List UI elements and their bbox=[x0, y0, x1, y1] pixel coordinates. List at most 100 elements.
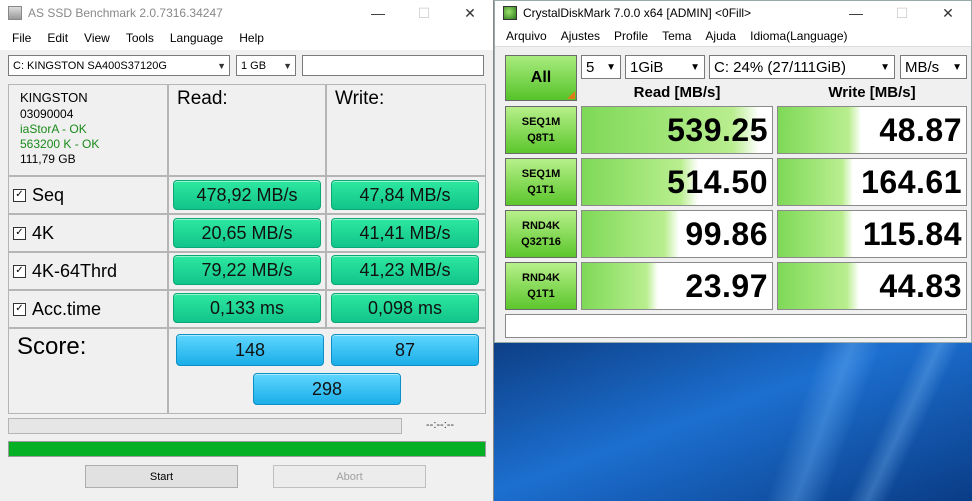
rnd4k-q32t16-write-result: 115.84 bbox=[777, 210, 967, 258]
row-seq-label-cell: ✓ Seq bbox=[8, 176, 168, 214]
result-value: 23.97 bbox=[685, 267, 768, 304]
4k-write-value: 41,41 MB/s bbox=[331, 218, 479, 248]
row-label: 4K-64Thrd bbox=[32, 260, 118, 281]
crystaldiskmark-window: CrystalDiskMark 7.0.0 x64 [ADMIN] <0Fill… bbox=[494, 0, 972, 343]
result-value: 539.25 bbox=[667, 111, 768, 148]
alignment-status: 563200 K - OK bbox=[20, 137, 100, 151]
as-ssd-window: AS SSD Benchmark 2.0.7316.34247 — ☐ ✕ Fi… bbox=[0, 0, 494, 501]
unit-select-value: MB/s bbox=[905, 58, 940, 76]
menu-view[interactable]: View bbox=[76, 31, 118, 45]
seq1m-q8t1-read-result: 539.25 bbox=[581, 106, 773, 154]
all-button-label: All bbox=[530, 69, 552, 86]
corner-marker-icon bbox=[567, 91, 575, 99]
menu-tema[interactable]: Tema bbox=[655, 29, 698, 43]
test-rnd4k-q32t16-button[interactable]: RND4K Q32T16 bbox=[505, 210, 577, 258]
menu-idioma[interactable]: Idioma(Language) bbox=[743, 29, 854, 43]
menu-arquivo[interactable]: Arquivo bbox=[499, 29, 554, 43]
result-value: 44.83 bbox=[879, 267, 962, 304]
drive-name-textbox[interactable] bbox=[302, 55, 484, 76]
test-progress-bar bbox=[8, 418, 402, 434]
4k64-write-value: 41,23 MB/s bbox=[331, 255, 479, 285]
as-ssd-toolbar: C: KINGSTON SA400S37120G ▼ 1 GB ▼ bbox=[8, 55, 484, 77]
seq1m-q8t1-write-result: 48.87 bbox=[777, 106, 967, 154]
row-4k64-label-cell: ✓ 4K-64Thrd bbox=[8, 252, 168, 290]
cdm-title: CrystalDiskMark 7.0.0 x64 [ADMIN] <0Fill… bbox=[523, 6, 752, 20]
result-bar bbox=[582, 211, 679, 257]
write-column-header: Write [MB/s] bbox=[828, 84, 916, 101]
test-label-line2: Q8T1 bbox=[527, 132, 555, 144]
menu-tools[interactable]: Tools bbox=[118, 31, 162, 45]
test-label-line1: RND4K bbox=[522, 220, 560, 232]
acc-checkbox[interactable]: ✓ bbox=[13, 302, 26, 316]
result-bar bbox=[778, 107, 861, 153]
drive-select[interactable]: C: 24% (27/111GiB) ▼ bbox=[709, 55, 895, 79]
test-size-select[interactable]: 1GiB ▼ bbox=[625, 55, 705, 79]
score-label-cell: Score: bbox=[8, 328, 168, 414]
chevron-down-icon: ▼ bbox=[952, 61, 962, 73]
unit-select[interactable]: MB/s ▼ bbox=[900, 55, 967, 79]
test-label-line2: Q32T16 bbox=[521, 236, 561, 248]
row-label: 4K bbox=[32, 222, 55, 243]
test-count-value: 5 bbox=[586, 58, 595, 76]
result-bar bbox=[582, 263, 658, 309]
seq-checkbox[interactable]: ✓ bbox=[13, 188, 26, 202]
seq1m-q1t1-write-result: 164.61 bbox=[777, 158, 967, 206]
as-ssd-menubar: File Edit View Tools Language Help bbox=[0, 26, 493, 50]
driver-status: iaStorA - OK bbox=[20, 122, 87, 136]
result-bar bbox=[778, 159, 854, 205]
comment-input[interactable] bbox=[505, 314, 967, 338]
maximize-button[interactable]: ☐ bbox=[879, 1, 925, 25]
test-label-line2: Q1T1 bbox=[527, 288, 555, 300]
row-4k-label-cell: ✓ 4K bbox=[8, 214, 168, 252]
seq1m-q1t1-read-result: 514.50 bbox=[581, 158, 773, 206]
menu-edit[interactable]: Edit bbox=[39, 31, 76, 45]
cdm-titlebar[interactable]: CrystalDiskMark 7.0.0 x64 [ADMIN] <0Fill… bbox=[495, 1, 971, 25]
close-button[interactable]: ✕ bbox=[447, 0, 493, 26]
as-ssd-titlebar[interactable]: AS SSD Benchmark 2.0.7316.34247 — ☐ ✕ bbox=[0, 0, 493, 26]
menu-language[interactable]: Language bbox=[162, 31, 231, 45]
elapsed-timer: --:--:-- bbox=[426, 419, 455, 431]
test-seq1m-q8t1-button[interactable]: SEQ1M Q8T1 bbox=[505, 106, 577, 154]
test-label-line2: Q1T1 bbox=[527, 184, 555, 196]
close-button[interactable]: ✕ bbox=[925, 1, 971, 25]
test-seq1m-q1t1-button[interactable]: SEQ1M Q1T1 bbox=[505, 158, 577, 206]
menu-file[interactable]: File bbox=[4, 31, 39, 45]
menu-profile[interactable]: Profile bbox=[607, 29, 655, 43]
menu-help[interactable]: Help bbox=[231, 31, 272, 45]
acc-write-value: 0,098 ms bbox=[331, 293, 479, 323]
test-label-line1: RND4K bbox=[522, 272, 560, 284]
drive-capacity: 111,79 GB bbox=[20, 152, 76, 166]
disk-app-icon bbox=[503, 6, 517, 20]
write-header-cell: Write: bbox=[326, 84, 486, 176]
test-rnd4k-q1t1-button[interactable]: RND4K Q1T1 bbox=[505, 262, 577, 310]
drive-select[interactable]: C: KINGSTON SA400S37120G ▼ bbox=[8, 55, 230, 76]
start-button[interactable]: Start bbox=[85, 465, 238, 488]
test-count-select[interactable]: 5 ▼ bbox=[581, 55, 621, 79]
desktop-background bbox=[494, 343, 972, 501]
read-header: Read: bbox=[177, 88, 228, 109]
menu-ajuda[interactable]: Ajuda bbox=[698, 29, 743, 43]
seq-write-value: 47,84 MB/s bbox=[331, 180, 479, 210]
chevron-down-icon: ▼ bbox=[283, 60, 292, 71]
drive-model: KINGSTON bbox=[20, 90, 88, 105]
4k64-checkbox[interactable]: ✓ bbox=[13, 264, 26, 278]
test-size-value: 1 GB bbox=[241, 59, 267, 72]
4k-checkbox[interactable]: ✓ bbox=[13, 226, 26, 240]
all-button[interactable]: All bbox=[505, 55, 577, 101]
test-size-select[interactable]: 1 GB ▼ bbox=[236, 55, 296, 76]
result-value: 514.50 bbox=[667, 163, 768, 200]
abort-button[interactable]: Abort bbox=[273, 465, 426, 488]
drive-info-panel: KINGSTON 03090004 iaStorA - OK 563200 K … bbox=[8, 84, 168, 176]
result-value: 99.86 bbox=[685, 215, 768, 252]
row-label: Acc.time bbox=[32, 298, 102, 319]
4k64-read-value: 79,22 MB/s bbox=[173, 255, 321, 285]
maximize-button[interactable]: ☐ bbox=[401, 0, 447, 26]
result-value: 48.87 bbox=[879, 111, 962, 148]
result-bar bbox=[778, 211, 854, 257]
test-label-line1: SEQ1M bbox=[521, 168, 561, 180]
menu-ajustes[interactable]: Ajustes bbox=[554, 29, 607, 43]
acc-read-value: 0,133 ms bbox=[173, 293, 321, 323]
minimize-button[interactable]: — bbox=[833, 1, 879, 25]
minimize-button[interactable]: — bbox=[355, 0, 401, 26]
rnd4k-q32t16-read-result: 99.86 bbox=[581, 210, 773, 258]
